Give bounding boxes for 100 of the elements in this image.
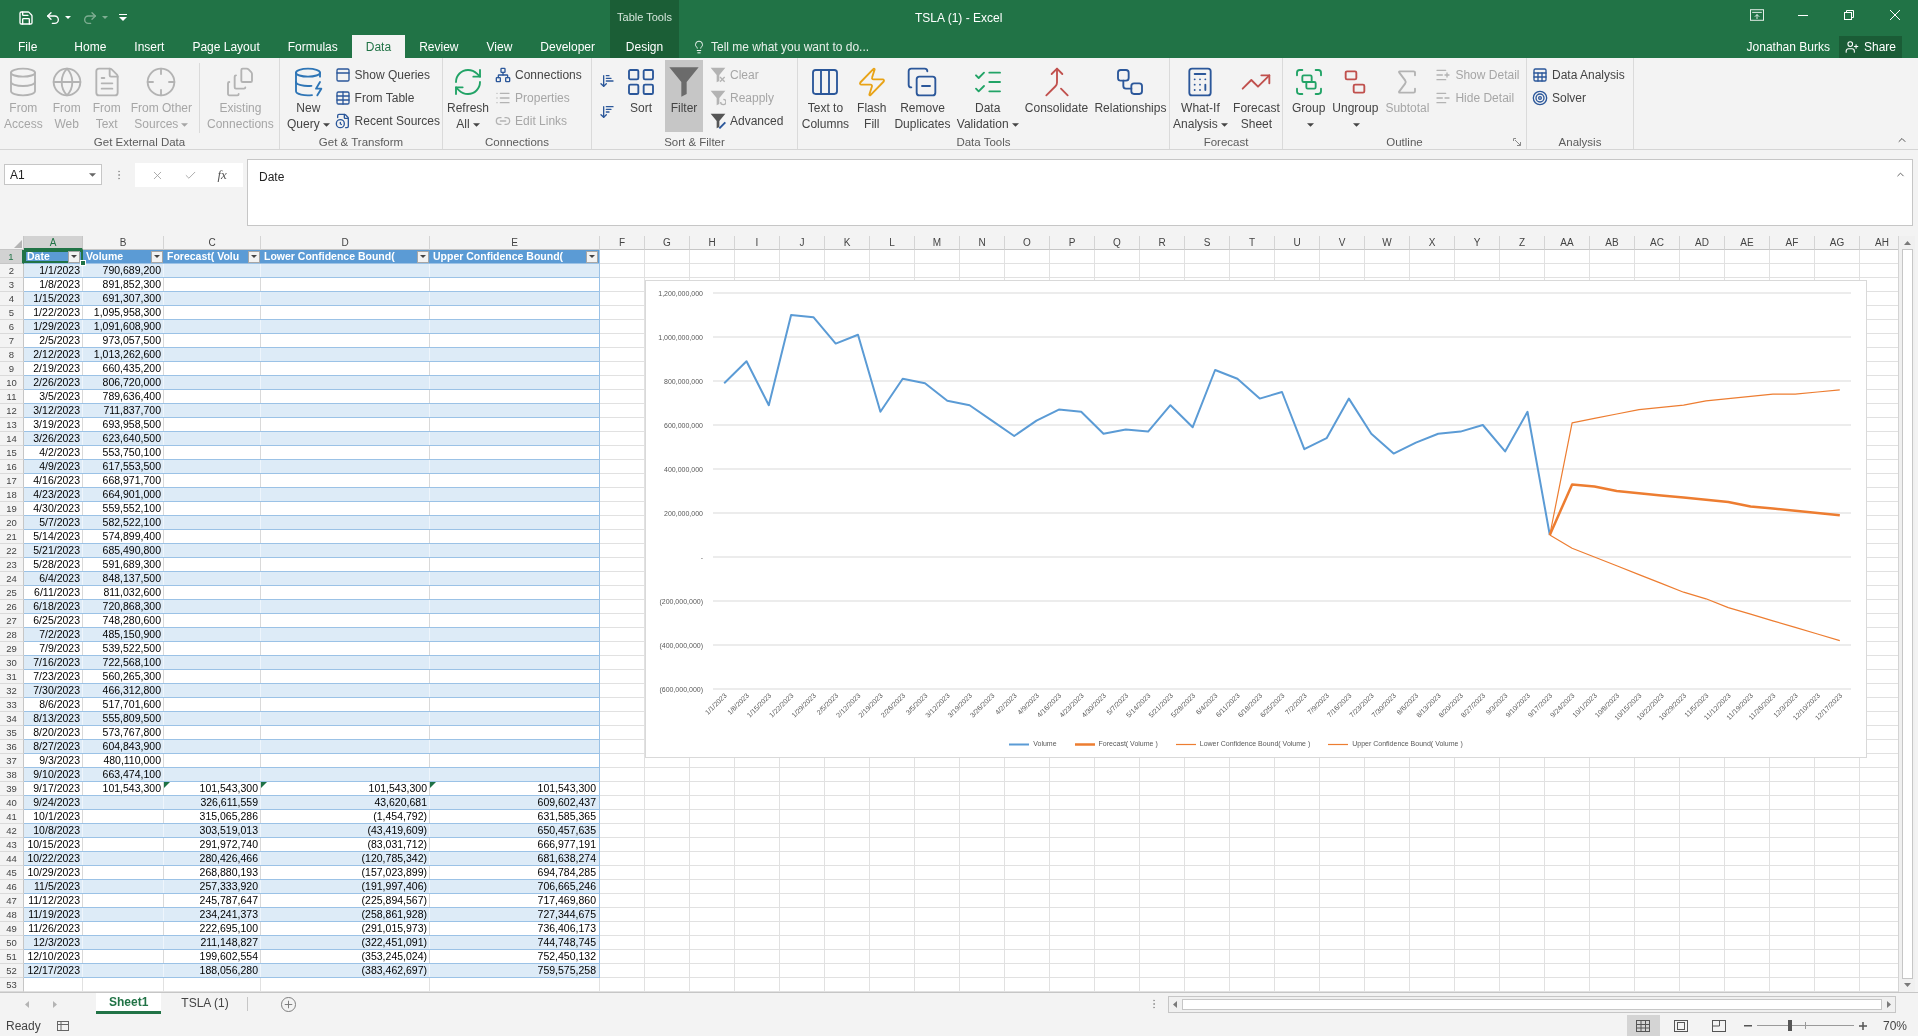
row-header[interactable]: 11	[0, 390, 24, 404]
cell-corner-triangle-icon[interactable]	[261, 782, 267, 788]
cell-corner-triangle-icon[interactable]	[430, 782, 436, 788]
column-header[interactable]: H	[690, 236, 735, 250]
column-header[interactable]: AB	[1590, 236, 1635, 250]
caret-icon[interactable]	[65, 16, 71, 19]
ribbon-button[interactable]: Refresh All	[444, 60, 493, 132]
filter-dropdown[interactable]	[151, 250, 163, 263]
ribbon-tab[interactable]: Insert	[120, 35, 179, 58]
ribbon-tab[interactable]: File	[0, 35, 61, 58]
column-header[interactable]: N	[960, 236, 1005, 250]
ribbon-button[interactable]: Forecast Sheet	[1230, 60, 1282, 132]
row-header[interactable]: 51	[0, 950, 24, 964]
column-header[interactable]: AE	[1725, 236, 1770, 250]
row-header[interactable]: 13	[0, 418, 24, 432]
column-header[interactable]: AG	[1815, 236, 1860, 250]
column-header[interactable]: K	[825, 236, 870, 250]
insert-function-button[interactable]: fx	[217, 165, 227, 185]
column-header[interactable]: J	[780, 236, 825, 250]
sheet-tab[interactable]: TSLA (1)	[168, 992, 242, 1014]
sheet-tab[interactable]: Sheet1	[96, 992, 162, 1014]
row-header[interactable]: 23	[0, 558, 24, 572]
view-button[interactable]	[1626, 1015, 1660, 1036]
row-header[interactable]: 40	[0, 796, 24, 810]
slider-thumb[interactable]	[1787, 1020, 1792, 1031]
column-header[interactable]: G	[645, 236, 690, 250]
ribbon-button[interactable]: Recent Sources	[332, 109, 442, 132]
row-header[interactable]: 24	[0, 572, 24, 586]
ribbon-tab[interactable]: Design	[611, 35, 678, 58]
row-header[interactable]: 28	[0, 628, 24, 642]
bar-caret-icon[interactable]	[119, 14, 127, 21]
ribbon-tab[interactable]: Page Layout	[178, 35, 274, 58]
column-header[interactable]: AF	[1770, 236, 1815, 250]
row-header[interactable]: 25	[0, 586, 24, 600]
filter-dropdown[interactable]	[248, 250, 260, 263]
row-header[interactable]: 35	[0, 726, 24, 740]
window-arrow-icon[interactable]	[1750, 9, 1764, 21]
ribbon-button[interactable]: What-If Analysis	[1171, 60, 1230, 132]
scrollbar-thumb[interactable]	[1901, 249, 1913, 979]
ribbon-button[interactable]: Flash Fill	[852, 60, 891, 132]
column-header[interactable]: P	[1050, 236, 1095, 250]
row-header[interactable]: 36	[0, 740, 24, 754]
corner-arrow-icon[interactable]	[1513, 138, 1521, 146]
column-header[interactable]: AC	[1635, 236, 1680, 250]
ribbon-button[interactable]: Sort	[622, 60, 660, 132]
column-header[interactable]: Q	[1095, 236, 1140, 250]
ribbon-button[interactable]: New Query	[285, 60, 332, 132]
row-header[interactable]: 32	[0, 684, 24, 698]
column-header[interactable]: O	[1005, 236, 1050, 250]
square-handle-icon[interactable]	[80, 260, 86, 266]
ribbon-button[interactable]: Relationships	[1091, 60, 1169, 132]
column-header[interactable]: Z	[1500, 236, 1545, 250]
row-header[interactable]: 38	[0, 768, 24, 782]
column-header[interactable]: X	[1410, 236, 1455, 250]
row-header[interactable]: 10	[0, 376, 24, 390]
ribbon-tab[interactable]: Formulas	[273, 35, 352, 58]
ribbon-tab[interactable]: Home	[60, 35, 121, 58]
ribbon-button[interactable]: Group	[1289, 60, 1329, 132]
filter-dropdown[interactable]	[417, 250, 429, 263]
undo-icon[interactable]	[45, 9, 61, 26]
horizontal-scrollbar[interactable]	[1168, 995, 1896, 1013]
column-header[interactable]: M	[915, 236, 960, 250]
ribbon-button[interactable]: Advanced	[708, 109, 786, 132]
share-button[interactable]: Share	[1838, 35, 1902, 58]
row-header[interactable]: 8	[0, 348, 24, 362]
right-arrow-icon[interactable]	[1887, 1000, 1891, 1008]
column-header[interactable]: R	[1140, 236, 1185, 250]
zoom-level[interactable]: 70%	[1882, 1016, 1907, 1035]
row-header[interactable]: 2	[0, 264, 24, 278]
row-header[interactable]: 17	[0, 474, 24, 488]
sort-ascending-icon[interactable]	[599, 72, 615, 89]
tell-me-field[interactable]: Tell me what you want to do...	[711, 37, 891, 56]
ribbon-button[interactable]: Text to Columns	[799, 60, 852, 132]
ribbon-button[interactable]: Data Analysis	[1530, 63, 1627, 86]
row-header[interactable]: 6	[0, 320, 24, 334]
row-header[interactable]: 37	[0, 754, 24, 768]
row-header[interactable]: 7	[0, 334, 24, 348]
ribbon-button[interactable]: From Table	[332, 86, 442, 109]
row-header[interactable]: 47	[0, 894, 24, 908]
row-header[interactable]: 30	[0, 656, 24, 670]
up-arrow-icon[interactable]	[1903, 241, 1911, 245]
row-header[interactable]: 43	[0, 838, 24, 852]
row-header[interactable]: 3	[0, 278, 24, 292]
column-header[interactable]: I	[735, 236, 780, 250]
row-header[interactable]: 21	[0, 530, 24, 544]
column-header[interactable]: U	[1275, 236, 1320, 250]
row-header[interactable]: 1	[0, 250, 24, 264]
plus-circle-icon[interactable]	[280, 996, 296, 1012]
row-header[interactable]: 22	[0, 544, 24, 558]
column-header[interactable]: A	[24, 236, 83, 250]
formula-field[interactable]: Date	[247, 159, 1913, 226]
column-header[interactable]: W	[1365, 236, 1410, 250]
small-grid-icon[interactable]	[56, 1020, 69, 1031]
row-header[interactable]: 5	[0, 306, 24, 320]
column-header[interactable]: C	[164, 236, 261, 250]
row-header[interactable]: 19	[0, 502, 24, 516]
scrollbar-thumb[interactable]	[1182, 998, 1882, 1010]
ribbon-button[interactable]: Remove Duplicates	[891, 60, 954, 132]
column-header[interactable]: T	[1230, 236, 1275, 250]
row-header[interactable]: 34	[0, 712, 24, 726]
